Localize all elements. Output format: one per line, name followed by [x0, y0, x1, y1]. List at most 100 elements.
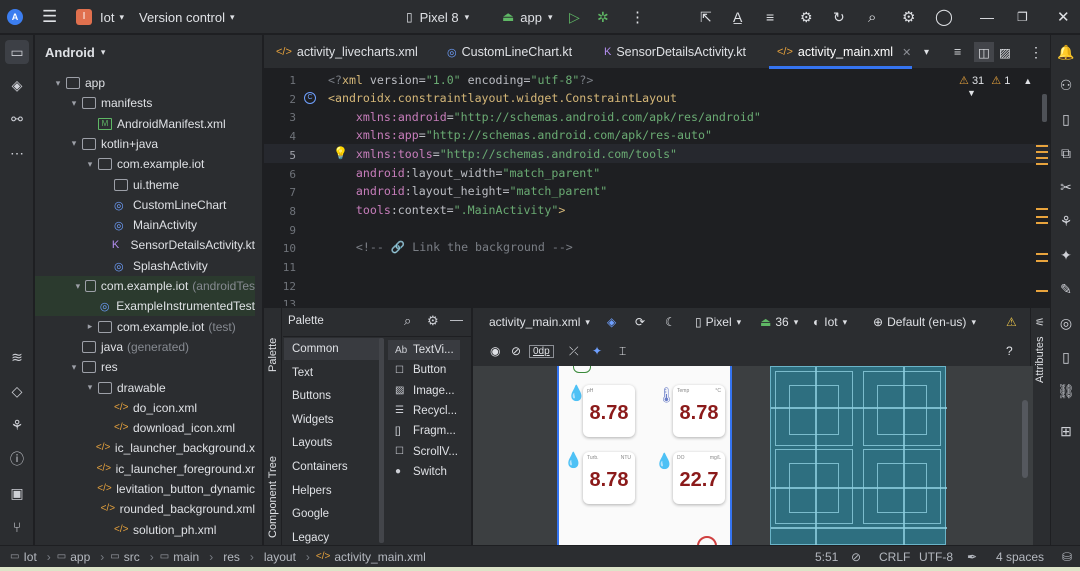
sync-icon[interactable]: ↻: [833, 0, 845, 34]
expand-arrow-icon[interactable]: ▾: [84, 159, 96, 170]
palette-category[interactable]: Text: [292, 362, 382, 384]
tree-item[interactable]: ◎ MainActivity: [35, 215, 255, 235]
tree-item[interactable]: ▾ res: [35, 357, 255, 377]
gemini-spark-icon[interactable]: ✦: [1054, 243, 1078, 267]
palette-item[interactable]: ▨ Image...: [395, 381, 455, 401]
extensions-icon[interactable]: ⊞: [1054, 419, 1078, 443]
previous-highlight-icon[interactable]: ▲: [1023, 76, 1032, 86]
code-with-me-icon[interactable]: ⇱: [700, 0, 712, 34]
device-explorer-icon[interactable]: ⚘: [1054, 209, 1078, 233]
sensor-card-turbidity[interactable]: Turb. NTU 8.78: [583, 452, 635, 504]
code-editor[interactable]: 1 2 3 4 5 6 7 8 9 10 11 12 13 C 💡 <?xml version="1.0…: [264, 70, 1050, 306]
tree-item[interactable]: ◎ ExampleInstrumentedTest: [35, 296, 255, 317]
pencil-icon[interactable]: ✎: [1054, 277, 1078, 301]
sensor-card-temp[interactable]: Temp °C 8.78: [673, 385, 725, 437]
tree-item[interactable]: </> download_icon.xml: [35, 418, 255, 438]
tab-custom-line-chart[interactable]: ◎ CustomLineChart.kt: [447, 35, 572, 69]
expand-arrow-icon[interactable]: ▾: [84, 382, 96, 393]
next-highlight-icon[interactable]: ▼: [967, 88, 976, 98]
link-icon[interactable]: ⛓: [1054, 379, 1078, 403]
categories-scrollbar[interactable]: [379, 338, 384, 543]
breadcrumb-item[interactable]: layout: [260, 550, 296, 564]
guidelines-icon[interactable]: ⌶: [619, 338, 626, 364]
api-level-selector[interactable]: ⏏ 36 ▾: [760, 309, 798, 335]
close-icon[interactable]: ✕: [1057, 0, 1070, 34]
readonly-toggle-icon[interactable]: ⊘: [851, 550, 861, 564]
palette-category[interactable]: Containers: [292, 456, 382, 478]
tree-item[interactable]: ◎ CustomLineChart: [35, 195, 255, 215]
tree-item[interactable]: </> ic_launcher_background.x: [35, 438, 255, 458]
palette-category[interactable]: Layouts: [292, 432, 382, 454]
minimize-icon[interactable]: —: [980, 0, 994, 34]
sync-circle-icon[interactable]: ◎: [1054, 311, 1078, 335]
orientation-icon[interactable]: ⟳: [635, 309, 645, 335]
emulator-icon[interactable]: ▯: [1054, 345, 1078, 369]
tree-item[interactable]: ▸ com.example.iot (test): [35, 317, 255, 337]
debug-icon[interactable]: ✲: [597, 0, 609, 34]
tree-item[interactable]: ui.theme: [35, 175, 255, 195]
logcat-icon[interactable]: ≋: [5, 345, 29, 369]
tab-more-icon[interactable]: ⋮: [1029, 35, 1043, 69]
breadcrumb-item[interactable]: ▭ main: [160, 550, 199, 564]
structure-icon[interactable]: ⚯: [5, 107, 29, 131]
theme-selector[interactable]: ◐ Iot ▾: [813, 309, 847, 335]
project-folder-icon[interactable]: ▭: [5, 40, 29, 64]
device-manager-icon[interactable]: ⚙: [800, 0, 813, 34]
tree-item[interactable]: </> do_icon.xml: [35, 398, 255, 418]
canvas-scrollbar[interactable]: [1022, 400, 1028, 478]
search-icon[interactable]: ⌕: [868, 0, 876, 34]
vcs-selector[interactable]: Version control ▾: [139, 0, 235, 34]
tree-item[interactable]: ▾ com.example.iot: [35, 154, 255, 174]
tab-activity-livecharts[interactable]: </> activity_livecharts.xml: [276, 35, 418, 69]
editor-scrollbar[interactable]: [1042, 94, 1047, 122]
sensor-card-do[interactable]: DO mg/L 22.7: [673, 452, 725, 504]
indent-setting[interactable]: 4 spaces: [996, 550, 1044, 564]
palette-item[interactable]: ● Switch: [395, 462, 447, 482]
project-selector[interactable]: I Iot ▾: [76, 0, 124, 34]
close-tab-icon[interactable]: ✕: [902, 46, 911, 59]
night-mode-icon[interactable]: ☾: [665, 309, 676, 335]
palette-item[interactable]: ☐ ScrollV...: [395, 442, 458, 462]
expand-arrow-icon[interactable]: ▾: [68, 138, 80, 149]
layout-inspector-icon[interactable]: ✂: [1054, 175, 1078, 199]
memory-indicator-icon[interactable]: ⛁: [1062, 550, 1072, 564]
autoconnect-icon[interactable]: ⊘: [511, 338, 521, 364]
file-encoding[interactable]: UTF-8: [919, 550, 953, 564]
component-tree-side-tab[interactable]: Component Tree: [267, 438, 279, 538]
run-config-selector[interactable]: ⏏ app ▾: [502, 0, 553, 34]
tree-item[interactable]: ◎ SplashActivity: [35, 256, 255, 276]
build-icon[interactable]: ≡: [766, 0, 774, 34]
blueprint-preview[interactable]: [770, 366, 947, 545]
resource-manager-icon[interactable]: ◈: [5, 73, 29, 97]
tree-item[interactable]: </> ic_launcher_foreground.xr: [35, 459, 255, 479]
tree-item[interactable]: </> levitation_button_dynamic: [35, 479, 255, 499]
phone-preview[interactable]: 💧 pH 8.78 🌡 Temp °C 8.78 💧 Turb. NTU 8.7…: [557, 366, 732, 545]
line-separator[interactable]: CRLF: [879, 550, 910, 564]
expand-arrow-icon[interactable]: ▾: [68, 98, 80, 109]
palette-category[interactable]: Common: [284, 338, 382, 360]
gemini-icon[interactable]: ◇: [5, 379, 29, 403]
default-margin-selector[interactable]: 0dp: [529, 338, 554, 364]
code-view-icon[interactable]: ≡: [954, 35, 961, 69]
running-devices-icon[interactable]: ⧉: [1054, 141, 1078, 165]
design-canvas[interactable]: 💧 pH 8.78 🌡 Temp °C 8.78 💧 Turb. NTU 8.7…: [473, 366, 1033, 545]
tree-item[interactable]: K SensorDetailsActivity.kt: [35, 235, 255, 255]
project-view-selector[interactable]: Android ▾: [35, 35, 262, 69]
palette-category[interactable]: Google: [292, 503, 382, 525]
palette-item[interactable]: Ab TextVi...: [388, 340, 460, 360]
tree-item[interactable]: ▾ manifests: [35, 93, 255, 113]
expand-arrow-icon[interactable]: ▾: [68, 362, 80, 373]
clear-constraints-icon[interactable]: ⤫: [569, 338, 579, 364]
attributes-side-tab[interactable]: Attributes: [1034, 333, 1046, 383]
layout-file-selector[interactable]: activity_main.xml ▾: [489, 309, 590, 335]
settings-gear-icon[interactable]: ⚙: [427, 313, 439, 329]
breadcrumb-item[interactable]: ▭ src: [110, 550, 139, 564]
breadcrumb-item[interactable]: ▭ app: [57, 550, 90, 564]
settings-gear-icon[interactable]: ⚙: [902, 0, 915, 34]
infer-constraints-icon[interactable]: ✦: [592, 338, 602, 364]
notifications-bell-icon[interactable]: 🔔: [1054, 40, 1078, 64]
design-view-icon[interactable]: ▨: [999, 35, 1011, 69]
gradle-icon[interactable]: ⚇: [1054, 73, 1078, 97]
minimize-panel-icon[interactable]: —: [450, 312, 463, 327]
caret-position[interactable]: 5:51: [815, 550, 838, 564]
